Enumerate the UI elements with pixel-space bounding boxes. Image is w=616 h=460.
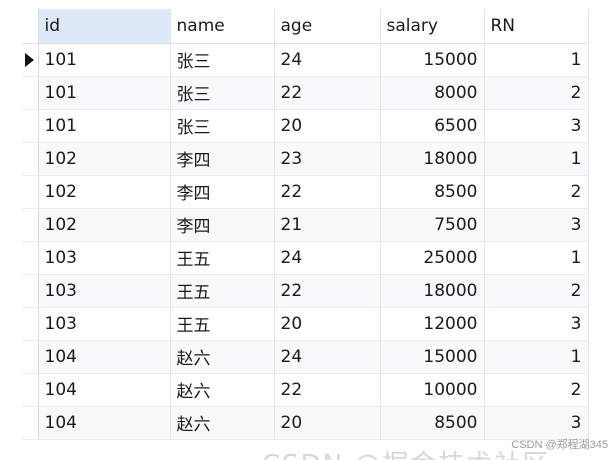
- cell-name[interactable]: 张三: [170, 76, 275, 110]
- cell-rn[interactable]: 1: [484, 340, 589, 374]
- cell-salary[interactable]: 8000: [380, 76, 485, 110]
- cell-id[interactable]: 101: [38, 43, 171, 77]
- table-row[interactable]: 104 赵六 22 10000 2: [22, 373, 589, 407]
- cell-rn[interactable]: 2: [484, 373, 589, 407]
- cell-name[interactable]: 李四: [170, 208, 275, 242]
- cell-age[interactable]: 20: [274, 109, 381, 143]
- cell-salary[interactable]: 7500: [380, 208, 485, 242]
- cell-name[interactable]: 张三: [170, 43, 275, 77]
- cell-id[interactable]: 102: [38, 175, 171, 209]
- cell-salary[interactable]: 18000: [380, 274, 485, 308]
- cell-rn[interactable]: 3: [484, 406, 589, 440]
- row-indicator[interactable]: [22, 406, 39, 440]
- cell-salary[interactable]: 8500: [380, 175, 485, 209]
- cell-id[interactable]: 102: [38, 142, 171, 176]
- result-grid-screen: id name age salary RN 101 张三 24 15000 1 101 张三…: [0, 0, 616, 460]
- cell-rn[interactable]: 1: [484, 142, 589, 176]
- cell-name[interactable]: 李四: [170, 142, 275, 176]
- column-header-name[interactable]: name: [170, 9, 275, 44]
- grid-body: 101 张三 24 15000 1 101 张三 22 8000 2 101 张三 20 6500 3 102…: [22, 43, 589, 440]
- row-indicator[interactable]: [22, 373, 39, 407]
- cell-id[interactable]: 104: [38, 406, 171, 440]
- column-header-salary[interactable]: salary: [380, 9, 485, 44]
- row-indicator[interactable]: [22, 340, 39, 374]
- cell-id[interactable]: 103: [38, 307, 171, 341]
- cell-rn[interactable]: 1: [484, 43, 589, 77]
- cell-rn[interactable]: 3: [484, 208, 589, 242]
- cell-age[interactable]: 22: [274, 373, 381, 407]
- cell-salary[interactable]: 15000: [380, 340, 485, 374]
- column-header-rn[interactable]: RN: [484, 9, 589, 44]
- cell-id[interactable]: 104: [38, 373, 171, 407]
- cell-salary[interactable]: 10000: [380, 373, 485, 407]
- table-row[interactable]: 102 李四 22 8500 2: [22, 175, 589, 209]
- current-row-arrow-icon: [25, 52, 35, 67]
- row-indicator[interactable]: [22, 307, 39, 341]
- cell-id[interactable]: 103: [38, 274, 171, 308]
- table-row[interactable]: 103 王五 20 12000 3: [22, 307, 589, 341]
- cell-age[interactable]: 21: [274, 208, 381, 242]
- row-indicator[interactable]: [22, 76, 39, 110]
- cell-salary[interactable]: 25000: [380, 241, 485, 275]
- cell-age[interactable]: 20: [274, 307, 381, 341]
- table-row[interactable]: 103 王五 24 25000 1: [22, 241, 589, 275]
- cell-rn[interactable]: 2: [484, 175, 589, 209]
- ghost-watermark-text: CSDN @掘金技术社区: [262, 444, 550, 460]
- table-row[interactable]: 104 赵六 24 15000 1: [22, 340, 589, 374]
- table-row[interactable]: 102 李四 21 7500 3: [22, 208, 589, 242]
- cell-rn[interactable]: 2: [484, 76, 589, 110]
- row-indicator[interactable]: [22, 208, 39, 242]
- cell-age[interactable]: 22: [274, 175, 381, 209]
- table-row[interactable]: 103 王五 22 18000 2: [22, 274, 589, 308]
- cell-rn[interactable]: 3: [484, 307, 589, 341]
- cell-name[interactable]: 王五: [170, 241, 275, 275]
- cell-age[interactable]: 22: [274, 274, 381, 308]
- table-row[interactable]: 101 张三 20 6500 3: [22, 109, 589, 143]
- cell-id[interactable]: 102: [38, 208, 171, 242]
- table-row[interactable]: 102 李四 23 18000 1: [22, 142, 589, 176]
- header-row: id name age salary RN: [22, 9, 589, 44]
- cell-name[interactable]: 赵六: [170, 406, 275, 440]
- column-header-id[interactable]: id: [38, 9, 171, 44]
- cell-name[interactable]: 王五: [170, 274, 275, 308]
- cell-age[interactable]: 22: [274, 76, 381, 110]
- cell-rn[interactable]: 2: [484, 274, 589, 308]
- cell-name[interactable]: 张三: [170, 109, 275, 143]
- table-row[interactable]: 101 张三 24 15000 1: [22, 43, 589, 77]
- row-indicator-header: [22, 9, 39, 44]
- cell-salary[interactable]: 12000: [380, 307, 485, 341]
- cell-name[interactable]: 王五: [170, 307, 275, 341]
- cell-name[interactable]: 李四: [170, 175, 275, 209]
- row-indicator[interactable]: [22, 142, 39, 176]
- row-indicator[interactable]: [22, 274, 39, 308]
- result-grid: id name age salary RN 101 张三 24 15000 1 101 张三…: [22, 9, 589, 440]
- cell-salary[interactable]: 6500: [380, 109, 485, 143]
- cell-rn[interactable]: 3: [484, 109, 589, 143]
- cell-id[interactable]: 104: [38, 340, 171, 374]
- cell-salary[interactable]: 18000: [380, 142, 485, 176]
- table-row[interactable]: 104 赵六 20 8500 3: [22, 406, 589, 440]
- row-indicator[interactable]: [22, 109, 39, 143]
- cell-salary[interactable]: 8500: [380, 406, 485, 440]
- table-row[interactable]: 101 张三 22 8000 2: [22, 76, 589, 110]
- column-header-age[interactable]: age: [274, 9, 381, 44]
- cell-id[interactable]: 101: [38, 109, 171, 143]
- cell-age[interactable]: 20: [274, 406, 381, 440]
- cell-name[interactable]: 赵六: [170, 340, 275, 374]
- row-indicator[interactable]: [22, 241, 39, 275]
- cell-rn[interactable]: 1: [484, 241, 589, 275]
- cell-age[interactable]: 24: [274, 43, 381, 77]
- cell-id[interactable]: 103: [38, 241, 171, 275]
- row-indicator[interactable]: [22, 175, 39, 209]
- row-indicator[interactable]: [22, 43, 39, 77]
- cell-age[interactable]: 24: [274, 241, 381, 275]
- cell-age[interactable]: 24: [274, 340, 381, 374]
- cell-name[interactable]: 赵六: [170, 373, 275, 407]
- cell-salary[interactable]: 15000: [380, 43, 485, 77]
- cell-age[interactable]: 23: [274, 142, 381, 176]
- cell-id[interactable]: 101: [38, 76, 171, 110]
